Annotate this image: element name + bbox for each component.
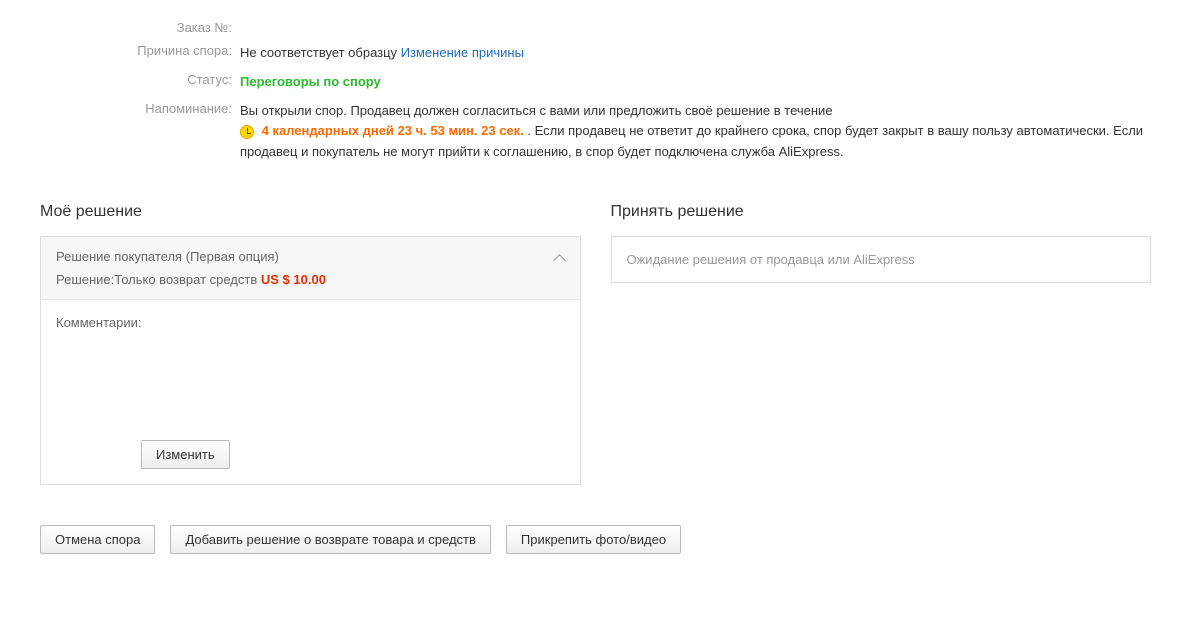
refund-amount: US $ 10.00 [261,272,326,287]
cancel-dispute-button[interactable]: Отмена спора [40,525,155,554]
dispute-info-section: Заказ №: Причина спора: Не соответствует… [40,20,1151,163]
panel-footer: Изменить [41,430,580,484]
my-solution-title: Моё решение [40,203,581,221]
decision-detail: Решение:Только возврат средств US $ 10.0… [56,272,565,287]
panel-body: Комментарии: [41,300,580,430]
reason-label: Причина спора: [40,43,240,58]
reason-text: Не соответствует образцу [240,45,397,60]
my-solution-column: Моё решение Решение покупателя (Первая о… [40,203,581,485]
countdown-timer: 4 календарных дней 23 ч. 53 мин. 23 сек. [262,123,524,138]
add-solution-button[interactable]: Добавить решение о возврате товара и сре… [170,525,490,554]
solutions-wrapper: Моё решение Решение покупателя (Первая о… [40,203,1151,485]
panel-header: Решение покупателя (Первая опция) Решени… [41,237,580,300]
status-row: Статус: Переговоры по спору [40,72,1151,93]
reminder-label: Напоминание: [40,101,240,116]
order-label: Заказ №: [40,20,240,35]
status-value: Переговоры по спору [240,72,1151,93]
comments-label: Комментарии: [56,315,142,330]
attach-media-button[interactable]: Прикрепить фото/видео [506,525,681,554]
accept-solution-title: Принять решение [611,203,1152,221]
reminder-text-1: Вы открыли спор. Продавец должен согласи… [240,103,833,118]
waiting-text: Ожидание решения от продавца или AliExpr… [627,252,915,267]
action-buttons-row: Отмена спора Добавить решение о возврате… [40,525,1151,554]
reason-value: Не соответствует образцу Изменение причи… [240,43,1151,64]
accept-solution-column: Принять решение Ожидание решения от прод… [611,203,1152,485]
edit-button[interactable]: Изменить [141,440,230,469]
status-label: Статус: [40,72,240,87]
option-title: Решение покупателя (Первая опция) [56,249,565,264]
chevron-up-icon[interactable] [553,252,565,264]
my-solution-panel: Решение покупателя (Первая опция) Решени… [40,236,581,485]
reason-row: Причина спора: Не соответствует образцу … [40,43,1151,64]
decision-value: Только возврат средств [114,272,257,287]
decision-label: Решение: [56,272,114,287]
order-row: Заказ №: [40,20,1151,35]
reminder-value: Вы открыли спор. Продавец должен согласи… [240,101,1151,163]
change-reason-link[interactable]: Изменение причины [401,45,524,60]
reminder-row: Напоминание: Вы открыли спор. Продавец д… [40,101,1151,163]
clock-icon [240,125,254,139]
waiting-panel: Ожидание решения от продавца или AliExpr… [611,236,1152,283]
